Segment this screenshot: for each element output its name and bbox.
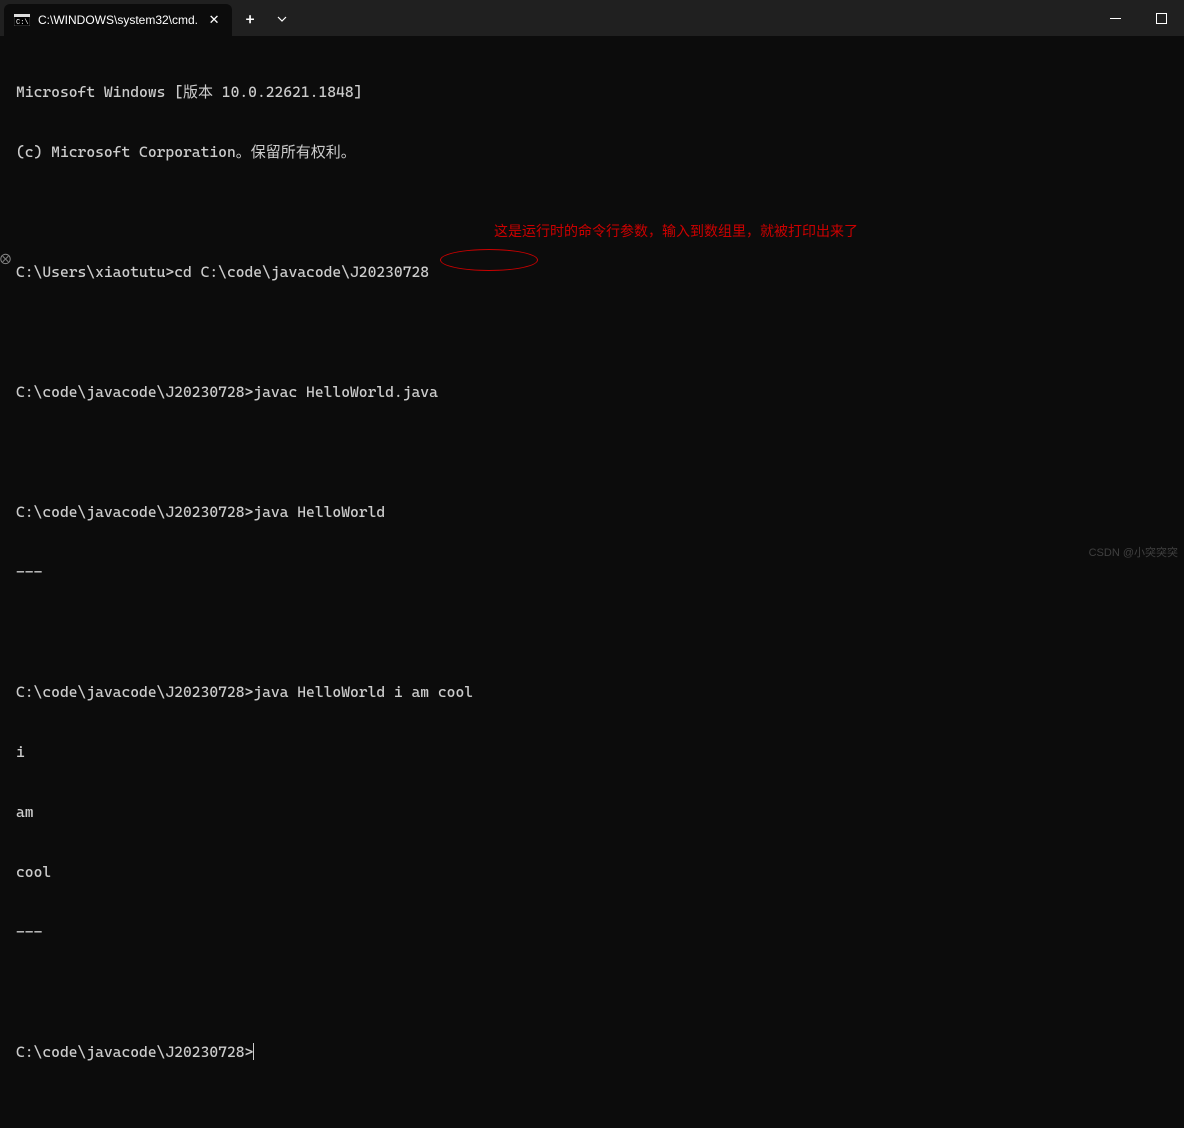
output-line: C:\code\javacode\J20230728>java HelloWor… [16,682,1168,702]
output-line: C:\code\javacode\J20230728>java HelloWor… [16,502,1168,522]
output-line: i [16,742,1168,762]
terminal-output[interactable]: Microsoft Windows [版本 10.0.22621.1848] (… [0,36,1184,1128]
output-line [16,982,1168,1002]
tab-active[interactable]: C:\ C:\WINDOWS\system32\cmd. ✕ [4,4,232,36]
tab-dropdown-button[interactable] [266,3,298,35]
tab-title: C:\WINDOWS\system32\cmd. [38,13,198,27]
output-line: C:\code\javacode\J20230728>javac HelloWo… [16,382,1168,402]
prompt-line: C:\code\javacode\J20230728> [16,1042,1168,1062]
output-line [16,322,1168,342]
cmd-icon: C:\ [14,14,30,26]
watermark: CSDN @小突突突 [1089,544,1178,560]
output-line: (c) Microsoft Corporation。保留所有权利。 [16,142,1168,162]
output-line: Microsoft Windows [版本 10.0.22621.1848] [16,82,1168,102]
maximize-button[interactable] [1138,0,1184,36]
cursor [253,1043,254,1060]
edge-mark: ⨂ [0,252,11,265]
tab-close-button[interactable]: ✕ [206,12,222,28]
output-line [16,442,1168,462]
titlebar: C:\ C:\WINDOWS\system32\cmd. ✕ + [0,0,1184,36]
output-line: cool [16,862,1168,882]
window-controls [1092,0,1184,36]
output-line: --- [16,562,1168,582]
new-tab-button[interactable]: + [234,3,266,35]
output-line: C:\Users\xiaotutu>cd C:\code\javacode\J2… [16,262,1168,282]
prompt-text: C:\code\javacode\J20230728> [16,1043,253,1061]
output-line: --- [16,922,1168,942]
annotation-text: 这是运行时的命令行参数，输入到数组里，就被打印出来了 [494,221,858,241]
output-line [16,622,1168,642]
output-line [16,202,1168,222]
output-line: am [16,802,1168,822]
svg-text:C:\: C:\ [16,19,29,26]
minimize-button[interactable] [1092,0,1138,36]
